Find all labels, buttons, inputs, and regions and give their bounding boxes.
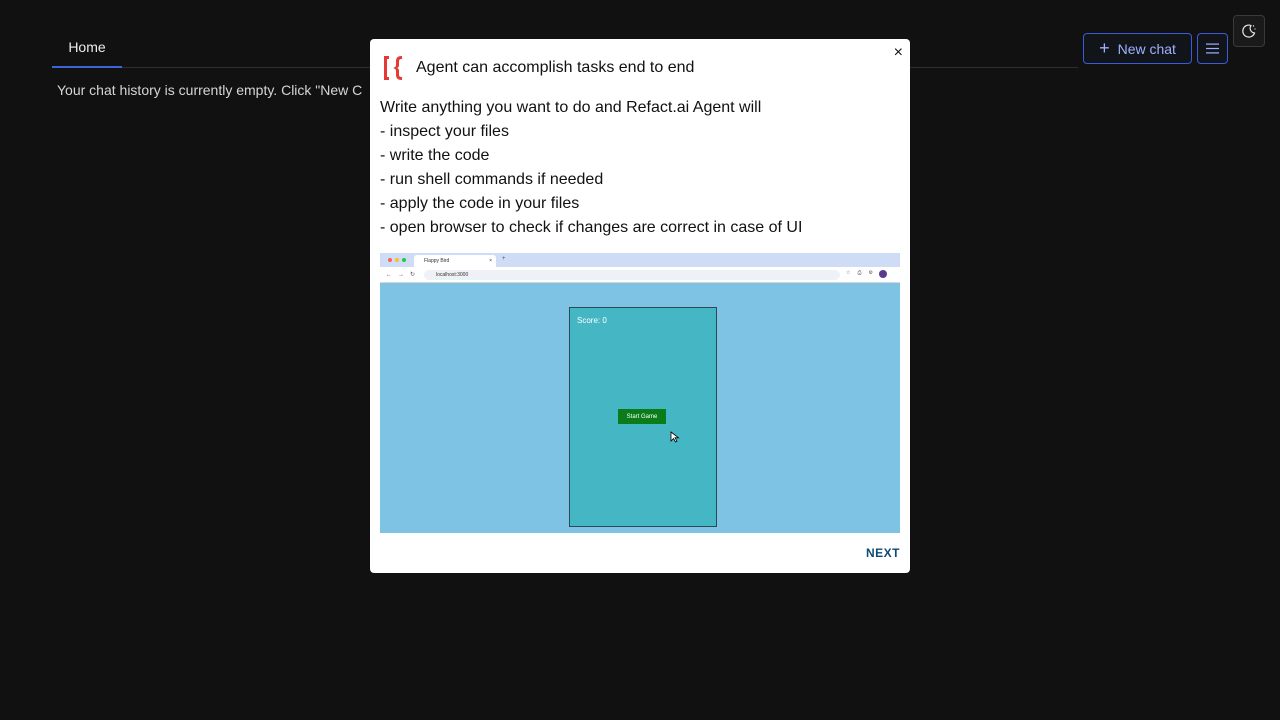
- score-label: Score: 0: [577, 316, 607, 325]
- modal-header: Agent can accomplish tasks end to end: [382, 54, 694, 82]
- refact-logo-icon: [384, 56, 402, 80]
- onboarding-modal: × Agent can accomplish tasks end to end …: [370, 39, 910, 573]
- maximize-dot-icon: [402, 258, 406, 262]
- plus-icon: +: [1099, 37, 1110, 58]
- browser-toolbar-icons: ☆⎙⚙: [846, 270, 880, 276]
- description-line: - write the code: [380, 147, 490, 164]
- description-line: - run shell commands if needed: [380, 171, 604, 188]
- browser-tab-title: Flappy Bird: [424, 258, 450, 264]
- menu-button[interactable]: [1197, 33, 1228, 64]
- modal-title: Agent can accomplish tasks end to end: [416, 59, 695, 76]
- browser-tab: Flappy Bird ×: [414, 255, 496, 267]
- tab-home[interactable]: Home: [52, 28, 122, 68]
- modal-description: Write anything you want to do and Refact…: [380, 96, 802, 240]
- close-icon[interactable]: ×: [894, 44, 903, 62]
- browser-newtab-icon: +: [502, 256, 506, 262]
- description-line: - inspect your files: [380, 123, 509, 140]
- moon-icon: [1242, 24, 1256, 38]
- description-line: Write anything you want to do and Refact…: [380, 99, 762, 116]
- new-chat-label: New chat: [1117, 40, 1176, 57]
- browser-toolbar: ←→↻ localhost:3000 ☆⎙⚙: [380, 267, 900, 283]
- browser-url-bar: localhost:3000: [424, 270, 840, 280]
- browser-tab-strip: Flappy Bird × +: [380, 253, 900, 267]
- profile-avatar: [879, 270, 887, 278]
- browser-tab-close-icon: ×: [489, 258, 492, 264]
- description-line: - open browser to check if changes are c…: [380, 219, 803, 236]
- close-dot-icon: [388, 258, 392, 262]
- minimize-dot-icon: [395, 258, 399, 262]
- empty-history-message: Your chat history is currently empty. Cl…: [57, 82, 363, 98]
- next-button[interactable]: NEXT: [866, 546, 900, 560]
- start-game-button: Start Game: [618, 409, 666, 424]
- demo-preview-image: Flappy Bird × + ←→↻ localhost:3000 ☆⎙⚙ S…: [380, 253, 900, 533]
- theme-toggle-button[interactable]: [1233, 15, 1265, 47]
- new-chat-button[interactable]: + New chat: [1083, 33, 1192, 64]
- game-canvas: Score: 0 Start Game: [569, 307, 717, 527]
- description-line: - apply the code in your files: [380, 195, 580, 212]
- hamburger-icon: [1206, 43, 1219, 54]
- browser-url: localhost:3000: [436, 272, 469, 278]
- mouse-cursor-icon: [670, 431, 680, 443]
- browser-nav-icons: ←→↻: [386, 272, 422, 278]
